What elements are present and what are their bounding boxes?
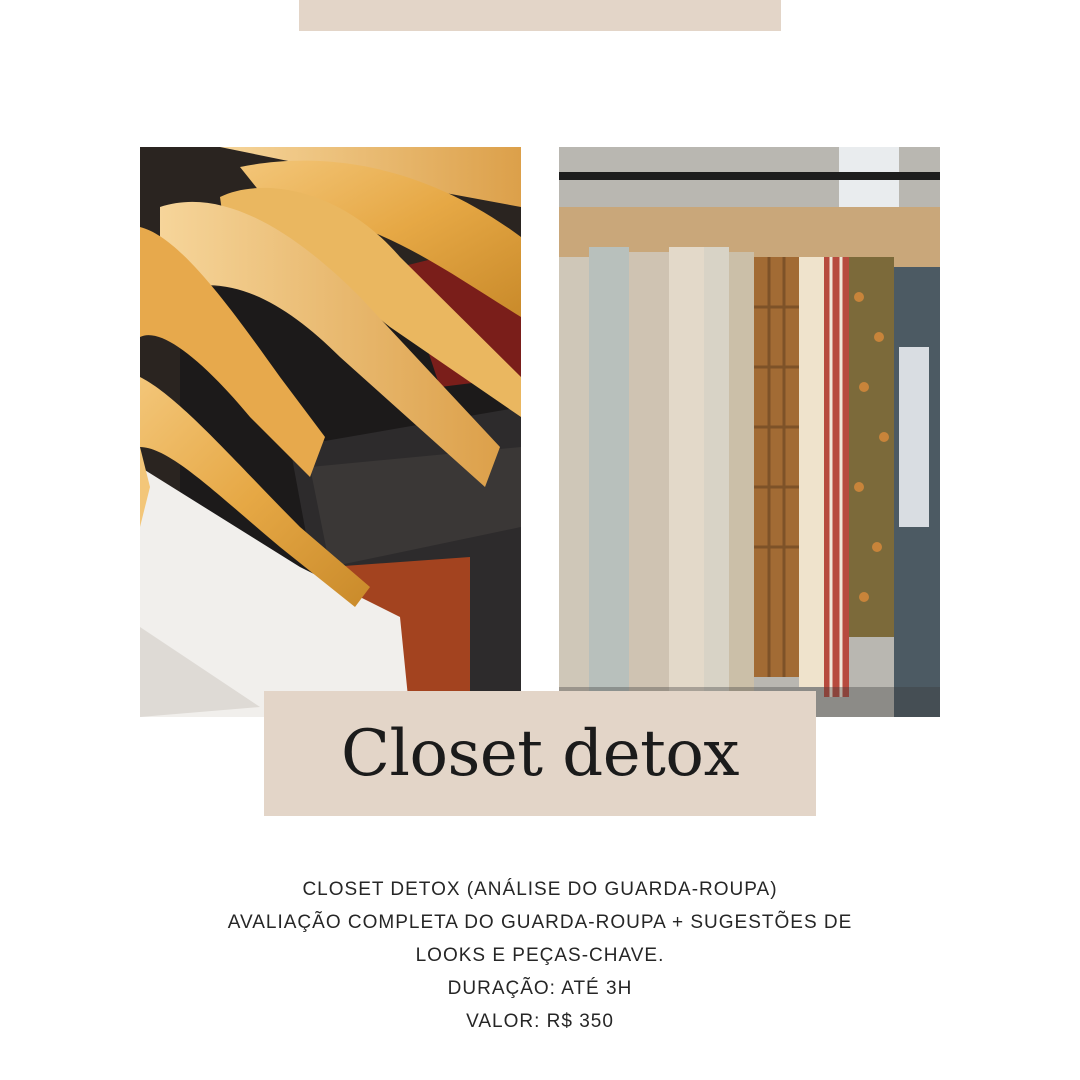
page-title: Closet detox xyxy=(341,716,739,791)
description-line-price: VALOR: R$ 350 xyxy=(466,1011,614,1032)
title-band: Closet detox xyxy=(264,691,816,816)
service-description: CLOSET DETOX (ANÁLISE DO GUARDA-ROUPA) A… xyxy=(140,873,940,1038)
description-line-details: AVALIAÇÃO COMPLETA DO GUARDA-ROUPA + SUG… xyxy=(227,912,853,933)
hangers-illustration xyxy=(140,147,521,717)
clothing-rack-illustration xyxy=(559,147,940,717)
clothing-rack-photo xyxy=(559,147,940,717)
hangers-photo xyxy=(140,147,521,717)
description-line-service: CLOSET DETOX (ANÁLISE DO GUARDA-ROUPA) xyxy=(302,879,778,900)
top-decorative-band xyxy=(299,0,781,31)
description-line-details-cont: LOOKS E PEÇAS-CHAVE. xyxy=(415,945,665,966)
description-line-duration: DURAÇÃO: ATÉ 3H xyxy=(447,978,633,999)
